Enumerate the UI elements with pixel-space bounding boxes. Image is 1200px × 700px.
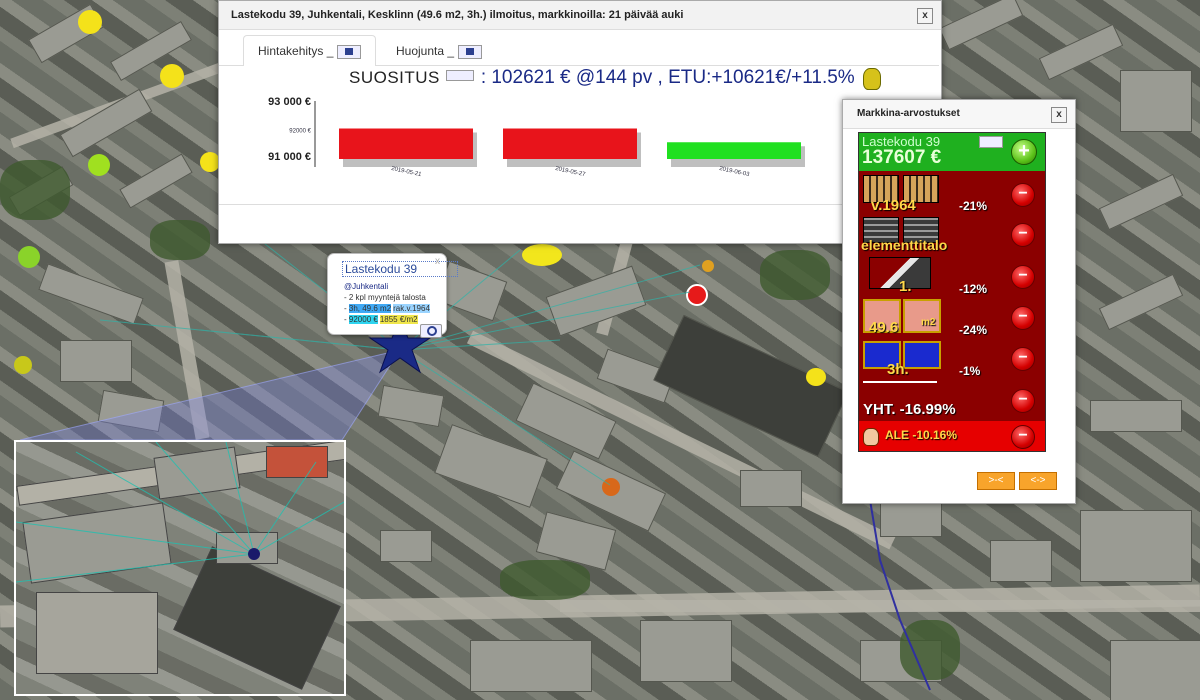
listing-window-title: Lastekodu 39, Juhkentali, Kesklinn (49.6… — [219, 1, 941, 30]
rooms-pct: -1% — [959, 364, 981, 378]
y-tick-label: 92000 € — [289, 129, 311, 135]
x-tick-label: 2019-05-27 — [555, 166, 587, 178]
price-bar[interactable] — [667, 142, 801, 159]
remove-year-button[interactable]: − — [1011, 183, 1035, 207]
suositus-value: : 102621 € @144 pv , ETU:+10621€/+11.5% — [480, 67, 855, 88]
close-button[interactable]: x — [1051, 107, 1067, 123]
valuation-header: Lastekodu 39 137607 € + — [859, 133, 1045, 171]
x-tick-label: 2019-06-03 — [719, 166, 751, 178]
floor-label: 1. — [899, 278, 912, 295]
money-bag-icon[interactable] — [863, 67, 882, 90]
rooms-underline — [863, 381, 937, 383]
hand-icon — [863, 428, 879, 446]
chart-icon[interactable] — [458, 44, 483, 59]
listing-window: Lastekodu 39, Juhkentali, Kesklinn (49.6… — [218, 0, 942, 244]
inset-zoom-cone — [19, 349, 402, 441]
search-icon[interactable] — [446, 70, 475, 82]
area-unit: m2 — [921, 317, 936, 328]
inset-map[interactable] — [14, 440, 346, 696]
close-button[interactable]: x — [917, 8, 933, 24]
valuation-window-title: Markkina-arvostukset x — [843, 100, 1075, 129]
popup-close-icon[interactable]: x — [435, 256, 440, 267]
rooms-label: 3h. — [887, 361, 909, 378]
total-label: YHT. -16.99% — [863, 401, 956, 418]
popup-line3: - 92000 €1855 €/m2 — [344, 315, 418, 324]
area-label: 49.6 — [869, 319, 899, 336]
narrow-range-button[interactable]: >-< — [977, 472, 1015, 490]
valuation-title: Markkina-arvostukset — [857, 108, 960, 119]
listing-title: Lastekodu 39, Juhkentali, Kesklinn (49.6… — [231, 9, 684, 21]
tab-hintakehitys[interactable]: Hintakehitys _ — [243, 35, 377, 66]
tab-huojunta[interactable]: Huojunta _ — [381, 35, 497, 66]
popup-title[interactable]: Lastekodu 39 — [342, 261, 458, 277]
add-button[interactable]: + — [1011, 139, 1037, 165]
popup-apartment-info: 3h, 49.6 m2 — [348, 304, 392, 313]
suositus-row: SUOSITUS : 102621 € @144 pv , ETU:+10621… — [349, 67, 882, 95]
ale-row: ALE -10.16% − — [859, 421, 1045, 451]
x-tick-label: 2019-05-21 — [391, 166, 423, 178]
popup-build-year: rak.v.1964 — [393, 304, 430, 313]
ale-label: ALE -10.16% — [885, 428, 958, 442]
area-pct: -24% — [959, 323, 988, 337]
building-type-label: elementtitalo — [861, 237, 948, 253]
property-popup: Lastekodu 39 x @Juhkentali - 2 kpl myynt… — [327, 253, 458, 338]
inset-location-marker — [248, 548, 260, 560]
remove-total-button[interactable]: − — [1011, 389, 1035, 413]
price-bar[interactable] — [503, 128, 637, 160]
remove-ale-button[interactable]: − — [1011, 425, 1035, 449]
remove-rooms-button[interactable]: − — [1011, 347, 1035, 371]
remove-floor-button[interactable]: − — [1011, 265, 1035, 289]
valuation-window: Markkina-arvostukset x Lastekodu 39 1376… — [842, 99, 1076, 504]
remove-area-button[interactable]: − — [1011, 306, 1035, 330]
price-bar[interactable] — [339, 128, 473, 160]
tab-label: Hintakehitys _ — [258, 44, 334, 58]
valuation-panel: Lastekodu 39 137607 € + v.1964 -21% − el… — [858, 132, 1046, 452]
remove-type-button[interactable]: − — [1011, 223, 1035, 247]
info-icon[interactable] — [979, 136, 1003, 148]
chart-icon[interactable] — [337, 44, 362, 59]
valuation-price: 137607 € — [862, 147, 942, 168]
price-chart: 93 000 € 92000 € 91 000 € 2019-05-21 2019-05… — [268, 96, 805, 178]
popup-sqm-price: 1855 €/m2 — [379, 315, 418, 324]
y-tick-label: 93 000 € — [268, 96, 311, 108]
zoom-icon[interactable] — [420, 324, 442, 338]
floor-pct: -12% — [959, 282, 988, 296]
popup-area: @Juhkentali — [344, 282, 389, 291]
year-pct: -21% — [959, 199, 988, 213]
suositus-label: SUOSITUS — [349, 68, 440, 87]
year-label: v.1964 — [871, 197, 916, 214]
popup-line2: - 3h, 49.6 m2 rak.v.1964 — [344, 304, 430, 313]
tab-label: Huojunta _ — [396, 44, 455, 58]
popup-line1: - 2 kpl myyntejä talosta — [344, 293, 426, 302]
popup-price: 92000 € — [348, 315, 378, 324]
y-tick-label: 91 000 € — [268, 151, 311, 163]
widen-range-button[interactable]: <-> — [1019, 472, 1057, 490]
